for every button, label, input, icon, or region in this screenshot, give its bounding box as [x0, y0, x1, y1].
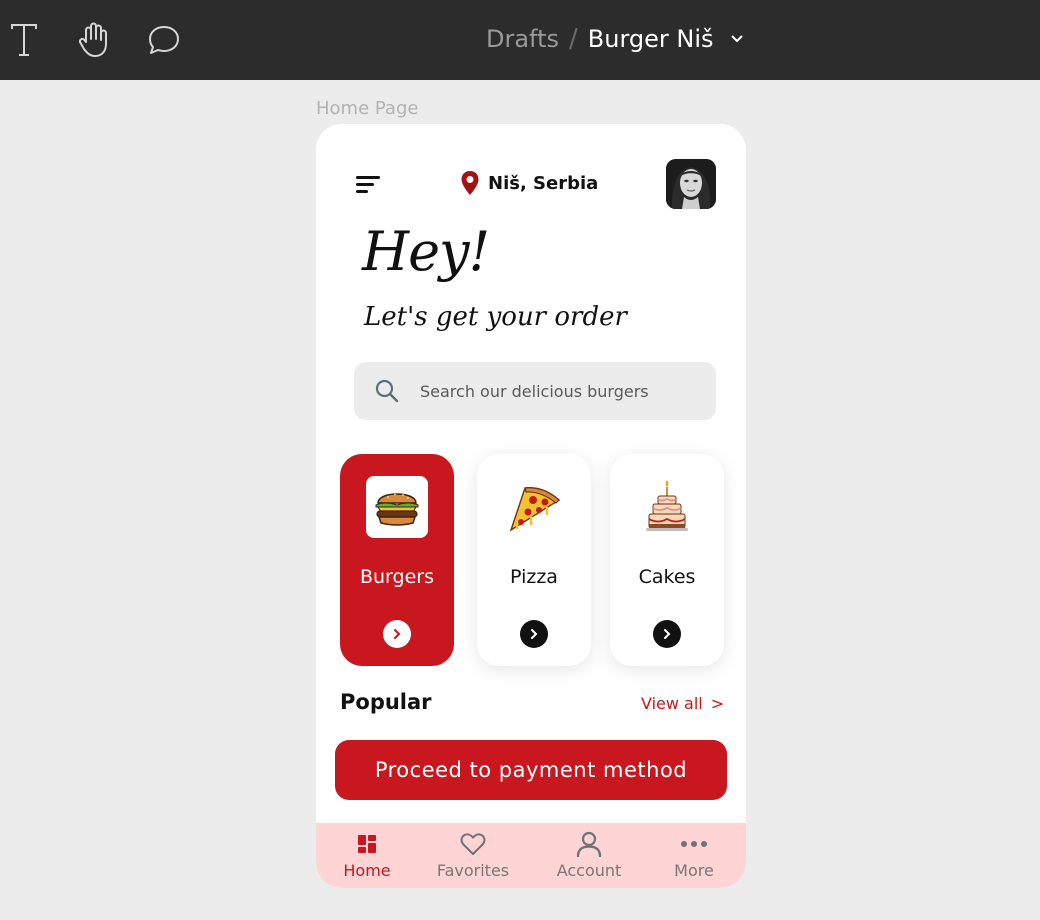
text-tool-button[interactable] — [4, 20, 44, 60]
nav-label: Home — [343, 861, 391, 880]
category-label: Burgers — [359, 566, 434, 588]
comment-tool-button[interactable] — [144, 20, 184, 60]
frame-label[interactable]: Home Page — [316, 98, 418, 119]
nav-label: More — [674, 861, 714, 880]
burger-icon — [366, 476, 428, 538]
nav-item-favorites[interactable]: Favorites — [428, 823, 518, 888]
category-card-burgers[interactable]: Burgers — [340, 454, 454, 666]
grid-icon — [357, 831, 377, 857]
hand-icon — [78, 22, 107, 57]
category-card-cakes[interactable]: Cakes — [610, 454, 724, 666]
chevron-right-icon[interactable] — [383, 620, 411, 648]
pizza-icon — [503, 476, 565, 538]
nav-item-home[interactable]: Home — [340, 823, 394, 888]
proceed-to-payment-button[interactable]: Proceed to payment method — [335, 740, 727, 800]
greeting-subtitle: Let's get your order — [364, 302, 627, 332]
chevron-right-icon[interactable] — [653, 620, 681, 648]
location-selector[interactable]: Niš, Serbia — [460, 170, 598, 196]
breadcrumb-drafts[interactable]: Drafts — [486, 25, 559, 53]
view-all-label: View all — [641, 694, 703, 713]
nav-item-account[interactable]: Account — [544, 823, 634, 888]
user-avatar — [666, 159, 716, 209]
heart-icon — [460, 831, 486, 857]
bottom-nav: Home Favorites Account More — [316, 823, 746, 888]
section-title-popular: Popular — [340, 690, 432, 714]
view-all-link[interactable]: View all > — [641, 694, 724, 713]
nav-label: Account — [556, 861, 622, 880]
breadcrumb-separator: / — [569, 24, 578, 54]
avatar[interactable] — [666, 159, 716, 209]
search-bar[interactable] — [354, 362, 716, 420]
phone-frame: Niš, Serbia Hey! Let's get your order Se… — [316, 124, 746, 888]
category-card-pizza[interactable]: Pizza — [477, 454, 591, 666]
cake-icon — [636, 476, 698, 538]
location-label: Niš, Serbia — [488, 172, 599, 194]
breadcrumb: Drafts / Burger Niš — [486, 22, 744, 56]
comment-icon — [149, 26, 179, 54]
menu-icon[interactable] — [356, 174, 382, 196]
chevron-right-icon: > — [710, 694, 725, 713]
editor-toolbar: Drafts / Burger Niš — [0, 0, 1040, 80]
hand-tool-button[interactable] — [74, 20, 114, 60]
chevron-right-icon[interactable] — [520, 620, 548, 648]
text-icon — [11, 24, 37, 56]
category-label: Cakes — [638, 566, 696, 588]
nav-label: Favorites — [436, 861, 510, 880]
search-icon — [374, 378, 400, 404]
more-icon — [680, 831, 708, 857]
chevron-down-icon[interactable] — [730, 34, 744, 44]
breadcrumb-file-name[interactable]: Burger Niš — [588, 25, 714, 53]
greeting-title: Hey! — [362, 220, 490, 283]
nav-item-more[interactable]: More — [662, 823, 726, 888]
user-icon — [576, 831, 602, 857]
map-pin-icon — [461, 171, 479, 195]
search-input[interactable] — [420, 381, 700, 401]
category-label: Pizza — [510, 566, 558, 588]
